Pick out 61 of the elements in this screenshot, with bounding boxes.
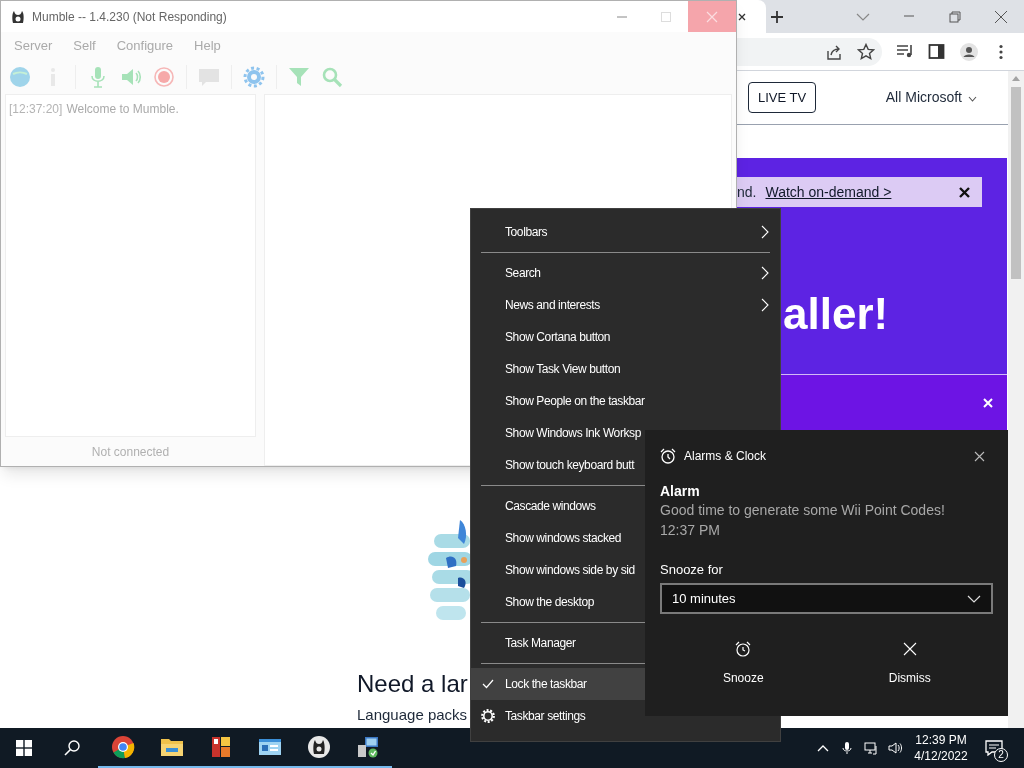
notification-center-button[interactable]: 2 bbox=[975, 728, 1013, 768]
windows-icon bbox=[16, 740, 32, 756]
alarm-clock-icon bbox=[735, 641, 752, 657]
chevron-down-icon[interactable] bbox=[856, 12, 870, 21]
chat-message: Welcome to Mumble. bbox=[66, 101, 179, 118]
chevron-right-icon bbox=[761, 225, 769, 239]
section-text: Language packs bbox=[357, 705, 468, 725]
restore-icon[interactable] bbox=[948, 9, 962, 24]
address-bar[interactable] bbox=[736, 37, 882, 66]
notice-text: nd. bbox=[737, 182, 757, 202]
date-text: 4/12/2022 bbox=[914, 748, 968, 764]
menu-item[interactable]: Toolbars bbox=[471, 216, 780, 248]
menu-item[interactable]: News and interests bbox=[471, 289, 780, 321]
clock[interactable]: 12:39 PM 4/12/2022 bbox=[907, 728, 975, 768]
close-icon bbox=[901, 641, 918, 657]
chevron-right-icon bbox=[761, 266, 769, 280]
close-icon bbox=[706, 10, 718, 23]
headset-icon bbox=[306, 735, 331, 759]
close-icon[interactable] bbox=[974, 450, 985, 462]
window-title: Mumble -- 1.4.230 (Not Responding) bbox=[32, 8, 227, 26]
avatar-icon[interactable] bbox=[960, 42, 978, 61]
settings-icon bbox=[481, 709, 495, 723]
all-microsoft-menu[interactable]: All Microsoft bbox=[885, 87, 977, 108]
notification-message: Good time to generate some Wii Point Codes! bbox=[660, 501, 946, 520]
scrollbar[interactable] bbox=[1008, 71, 1024, 728]
count-badge: 2 bbox=[994, 748, 1008, 762]
app-name: Alarms & Clock bbox=[684, 448, 766, 465]
microphone-icon[interactable] bbox=[840, 741, 854, 755]
chevron-right-icon bbox=[761, 298, 769, 312]
volume-icon[interactable] bbox=[888, 741, 902, 755]
plus-icon[interactable] bbox=[770, 9, 784, 24]
alarm-clock-icon bbox=[660, 448, 676, 464]
notification-title: Alarm bbox=[660, 482, 701, 500]
watch-link[interactable]: Watch on-demand > bbox=[765, 181, 892, 203]
timestamp: [12:37:20] bbox=[9, 101, 63, 118]
search-icon bbox=[64, 740, 80, 756]
snooze-dropdown[interactable]: 10 minutes bbox=[660, 583, 993, 614]
notification-time: 12:37 PM bbox=[660, 521, 721, 540]
menu-item[interactable]: Show Task View button bbox=[471, 353, 780, 385]
time-text: 12:39 PM bbox=[915, 732, 967, 748]
side-panel-icon[interactable] bbox=[928, 42, 946, 61]
star-icon[interactable] bbox=[857, 42, 875, 61]
message-icon bbox=[985, 740, 1003, 756]
menu-item[interactable]: Show Cortana button bbox=[471, 321, 780, 353]
section-heading: Need a lar bbox=[357, 670, 468, 698]
action-button[interactable]: Dismiss bbox=[826, 634, 993, 694]
close-icon[interactable] bbox=[959, 186, 970, 198]
round-app-icon bbox=[110, 735, 135, 759]
computer-icon bbox=[355, 735, 380, 759]
field-label: Snooze for bbox=[660, 561, 724, 579]
close-icon[interactable] bbox=[994, 9, 1008, 24]
menu-item[interactable]: Search bbox=[471, 257, 780, 289]
chevron-down-icon[interactable] bbox=[968, 96, 977, 102]
live-tv-button[interactable]: LIVE TV bbox=[748, 82, 817, 113]
banner-headline: aller! bbox=[783, 292, 889, 336]
chevron-down-icon bbox=[967, 594, 981, 603]
scrollbar-thumb[interactable] bbox=[1011, 87, 1021, 279]
close-icon[interactable] bbox=[738, 12, 746, 21]
menu-item[interactable]: Show People on the taskbar bbox=[471, 385, 780, 417]
network-icon[interactable] bbox=[864, 741, 878, 755]
status-text: Not connected bbox=[91, 443, 170, 461]
